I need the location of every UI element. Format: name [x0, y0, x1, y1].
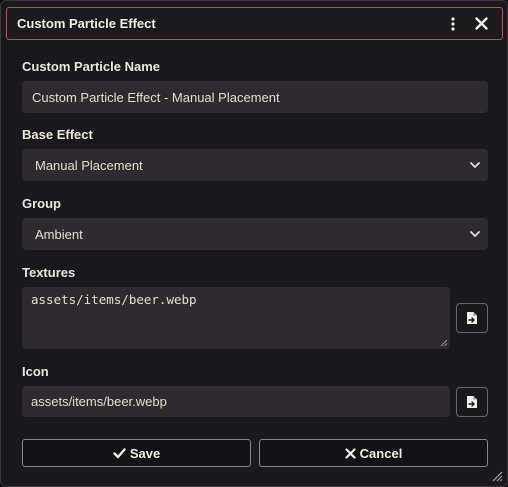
base-effect-select[interactable]: Manual Placement [22, 149, 488, 181]
title-bar[interactable]: Custom Particle Effect [6, 7, 503, 40]
base-effect-value: Manual Placement [35, 157, 143, 173]
textures-label: Textures [22, 265, 76, 280]
x-icon [345, 447, 356, 459]
icon-path-input[interactable]: assets/items/beer.webp [22, 386, 450, 417]
particle-name-input[interactable]: Custom Particle Effect - Manual Placemen… [22, 81, 488, 113]
textures-textarea[interactable]: assets/items/beer.webp [22, 287, 450, 349]
save-label: Save [129, 445, 161, 461]
save-button[interactable]: Save [22, 439, 251, 467]
file-import-icon [467, 396, 477, 408]
base-effect-label: Base Effect [22, 127, 93, 142]
icon-label: Icon [22, 364, 49, 379]
group-label: Group [22, 196, 61, 211]
textures-file-picker-button[interactable] [456, 303, 488, 333]
textarea-resize-grip-icon[interactable] [440, 339, 448, 347]
particle-name-value: Custom Particle Effect - Manual Placemen… [32, 89, 280, 105]
name-label: Custom Particle Name [22, 59, 160, 74]
icon-path-value: assets/items/beer.webp [31, 394, 167, 409]
dialog-title: Custom Particle Effect [17, 16, 156, 31]
kebab-menu-icon[interactable] [442, 13, 464, 35]
dialog-window: Custom Particle Effect Custom Particle N… [0, 0, 508, 487]
textures-value: assets/items/beer.webp [31, 292, 197, 307]
cancel-button[interactable]: Cancel [259, 439, 488, 467]
window-resize-handle-icon[interactable] [491, 470, 503, 482]
cancel-label: Cancel [359, 445, 403, 461]
icon-file-picker-button[interactable] [456, 387, 488, 417]
chevron-down-icon [470, 231, 480, 237]
group-value: Ambient [35, 226, 83, 242]
check-icon [113, 447, 126, 458]
file-import-icon [467, 312, 477, 324]
chevron-down-icon [470, 162, 480, 168]
close-icon[interactable] [470, 13, 492, 35]
group-select[interactable]: Ambient [22, 218, 488, 250]
